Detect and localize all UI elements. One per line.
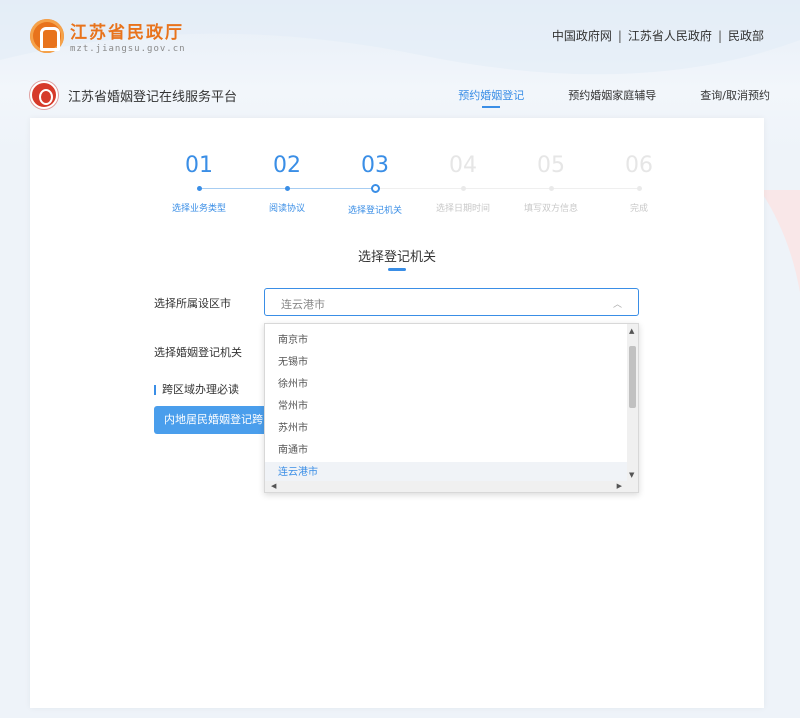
platform-title: 江苏省婚姻登记在线服务平台	[68, 89, 238, 105]
step-dot	[636, 186, 642, 191]
city-dropdown[interactable]: 南京市 无锡市 徐州市 常州市 苏州市 南通市 连云港市 ▲ ▼ ◀ ▶	[264, 323, 639, 493]
marriage-platform-logo-icon	[30, 81, 58, 109]
site-title: 江苏省民政厅	[70, 23, 184, 43]
city-select[interactable]: 连云港市 ︿	[264, 288, 639, 316]
platform-nav: 预约婚姻登记 预约婚姻家庭辅导 查询/取消预约	[414, 78, 770, 112]
separator: |	[717, 28, 722, 43]
link-jiangsu-gov[interactable]: 江苏省人民政府	[628, 27, 712, 44]
step-label: 阅读协议	[268, 204, 305, 214]
step-dot	[370, 184, 380, 193]
step-number: 03	[361, 153, 389, 178]
scrollbar-thumb[interactable]	[629, 346, 636, 408]
city-option[interactable]: 苏州市	[265, 418, 628, 440]
step-dot	[284, 186, 290, 191]
site-logo[interactable]: 江苏省民政厅 mzt.jiangsu.gov.cn	[30, 18, 186, 54]
site-header: 江苏省民政厅 mzt.jiangsu.gov.cn 中国政府网 | 江苏省人民政…	[0, 0, 800, 70]
nav-family-counseling[interactable]: 预约婚姻家庭辅导	[568, 87, 656, 103]
step-number: 02	[273, 153, 301, 178]
city-option[interactable]: 徐州市	[265, 374, 628, 396]
step-3: 03 选择登记机关	[331, 152, 419, 216]
step-progress: 01 选择业务类型 02 阅读协议 03 选择登记机关 04 选择日期时间 05…	[155, 152, 653, 222]
step-label: 填写双方信息	[523, 204, 578, 214]
step-label: 选择日期时间	[435, 204, 490, 214]
step-1: 01 选择业务类型	[155, 152, 243, 214]
step-number: 01	[185, 153, 213, 178]
city-label: 选择所属设区市	[154, 297, 231, 310]
chevron-up-icon: ︿	[612, 300, 622, 310]
city-option[interactable]: 常州市	[265, 396, 628, 418]
platform-header: 江苏省婚姻登记在线服务平台 预约婚姻登记 预约婚姻家庭辅导 查询/取消预约	[30, 78, 770, 112]
city-options: 南京市 无锡市 徐州市 常州市 苏州市 南通市 连云港市	[265, 330, 628, 484]
link-china-gov[interactable]: 中国政府网	[552, 27, 612, 44]
separator: |	[617, 28, 622, 43]
step-number: 05	[537, 153, 565, 178]
nav-query-cancel[interactable]: 查询/取消预约	[700, 87, 770, 103]
step-6: 06 完成	[595, 152, 683, 214]
scroll-right-icon[interactable]: ▶	[617, 482, 622, 490]
step-number: 04	[449, 153, 477, 178]
civil-affairs-emblem-icon	[30, 19, 64, 53]
step-label: 选择登记机关	[347, 206, 402, 216]
city-select-value: 连云港市	[281, 298, 325, 311]
top-links: 中国政府网 | 江苏省人民政府 | 民政部	[552, 27, 764, 44]
step-dot	[196, 186, 202, 191]
step-2: 02 阅读协议	[243, 152, 331, 214]
step-label: 选择业务类型	[171, 204, 226, 214]
section-title: 选择登记机关	[30, 246, 764, 271]
step-dot	[548, 186, 554, 191]
notice-title: 跨区域办理必读	[154, 384, 239, 395]
step-5: 05 填写双方信息	[507, 152, 595, 214]
logo-text: 江苏省民政厅 mzt.jiangsu.gov.cn	[70, 18, 186, 54]
step-number: 06	[625, 153, 653, 178]
nav-marriage-appointment[interactable]: 预约婚姻登记	[458, 87, 524, 108]
site-url: mzt.jiangsu.gov.cn	[70, 44, 186, 54]
vertical-scrollbar[interactable]: ▲ ▼	[627, 324, 638, 482]
step-4: 04 选择日期时间	[419, 152, 507, 214]
scroll-up-icon[interactable]: ▲	[629, 327, 634, 335]
office-label: 选择婚姻登记机关	[154, 346, 242, 359]
step-label: 完成	[629, 204, 648, 214]
cross-region-notice-button[interactable]: 内地居民婚姻登记跨区	[154, 406, 274, 434]
city-option[interactable]: 南京市	[265, 330, 628, 352]
horizontal-scrollbar[interactable]: ◀ ▶	[265, 481, 638, 492]
city-option[interactable]: 南通市	[265, 440, 628, 462]
scroll-down-icon[interactable]: ▼	[629, 471, 634, 479]
city-option[interactable]: 无锡市	[265, 352, 628, 374]
scroll-left-icon[interactable]: ◀	[271, 482, 276, 490]
step-dot	[460, 186, 466, 191]
link-mca[interactable]: 民政部	[728, 27, 764, 44]
